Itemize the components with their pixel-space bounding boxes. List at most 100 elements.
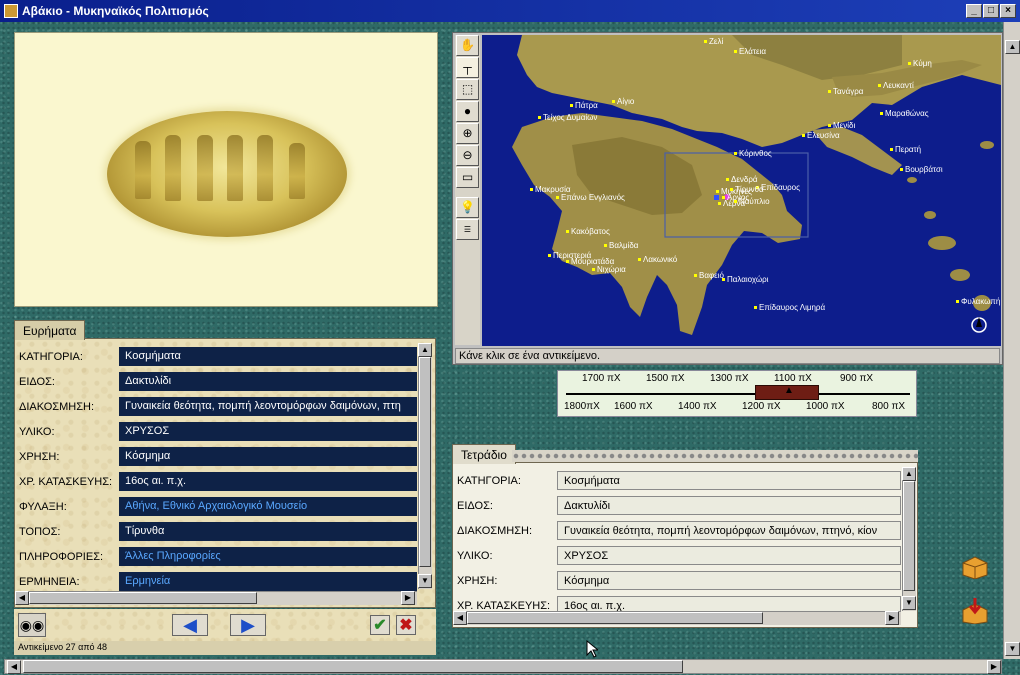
timeline-bottom-label: 1800πΧ	[564, 401, 600, 412]
map-place-label[interactable]: Κακόβατος	[566, 227, 610, 236]
finding-field-label: ΤΟΠΟΣ:	[19, 526, 61, 538]
finding-field-value: 16ος αι. π.χ.	[119, 472, 417, 491]
map-place-label[interactable]: Επίδαυρος Λιμηρά	[754, 303, 825, 312]
finding-field-link[interactable]: Αθήνα, Εθνικό Αρχαιολογικό Μουσείο	[119, 497, 417, 516]
tab-findings[interactable]: Ευρήματα	[14, 320, 86, 340]
map-place-label[interactable]: Τείχος Δυμαίων	[538, 113, 597, 122]
timeline-bottom-label: 1400 πΧ	[678, 401, 717, 412]
timeline-top-label: 1300 πΧ	[710, 373, 749, 384]
notebook-field-value[interactable]: Δακτυλίδι	[557, 496, 901, 515]
finding-field-label: ΚΑΤΗΓΟΡΙΑ:	[19, 351, 83, 363]
minimize-button[interactable]: _	[966, 4, 982, 18]
timeline-top-label: 1100 πΧ	[774, 373, 812, 384]
map-place-label[interactable]: Ναύπλιο	[734, 197, 770, 206]
map-place-label[interactable]: Κόρινθος	[734, 149, 772, 158]
finding-field-label: ΕΡΜΗΝΕΙΑ:	[19, 576, 80, 588]
open-box-icon[interactable]	[960, 553, 990, 580]
map-place-label[interactable]: Βαφειό	[694, 271, 724, 280]
finding-field-value: Γυναικεία θεότητα, πομπή λεοντομόρφων δα…	[119, 397, 417, 416]
timeline[interactable]: ▲ 1700 πΧ 1500 πΧ 1300 πΧ 1100 πΧ 900 πΧ…	[557, 370, 917, 417]
timeline-range-handle[interactable]: ▲	[755, 385, 819, 400]
record-counter: Αντικείμενο 27 από 48	[14, 641, 436, 655]
notebook-field-value[interactable]: Κόσμημα	[557, 571, 901, 590]
legend-icon[interactable]: ☰	[456, 219, 479, 240]
close-button[interactable]: ×	[1000, 4, 1016, 18]
map-status-bar: Κάνε κλικ σε ένα αντικείμενο.	[455, 348, 1000, 364]
map-place-label[interactable]: Μενίδι	[828, 121, 855, 130]
record-toolbar: ◉◉ ◀ ▶ ✔ ✖	[14, 609, 436, 641]
window-horizontal-scrollbar[interactable]: ◀ ▶	[4, 659, 1002, 674]
timeline-top-label: 900 πΧ	[840, 373, 874, 384]
zoom-in-icon[interactable]: ⊕	[456, 123, 479, 144]
app-icon	[4, 4, 18, 18]
map-place-label[interactable]: Ζελί	[704, 37, 723, 46]
notebook-field-value[interactable]: ΧΡΥΣΟΣ	[557, 546, 901, 565]
notebook-panel: ΚΑΤΗΓΟΡΙΑ: Κοσμήματα ΕΙΔΟΣ: Δακτυλίδι ΔΙΑΚΟΣ…	[452, 462, 918, 628]
tab-notebook[interactable]: Τετράδιο	[452, 444, 516, 464]
timeline-bottom-label: 1200 πΧ	[742, 401, 781, 412]
map-place-label[interactable]: Επάνω Ενγλιανός	[556, 193, 625, 202]
owl-icon[interactable]: ◉◉	[18, 613, 46, 637]
map-place-label[interactable]: Περατή	[890, 145, 921, 154]
findings-horizontal-scrollbar[interactable]: ◀ ▶	[15, 591, 417, 605]
map-place-label[interactable]: Ελάτεια	[734, 47, 766, 56]
map-place-label[interactable]: Βουρβάτσι	[900, 165, 943, 174]
finding-field-label: ΔΙΑΚΟΣΜΗΣΗ:	[19, 401, 95, 413]
finding-field-value: Τίρυνθα	[119, 522, 417, 541]
map-place-label[interactable]: Αίγιο	[612, 97, 634, 106]
map-canvas[interactable]: Ζελί Ελάτεια Κύμη Τανάγρα Λευκαντί Πάτρα Αίγιο…	[482, 35, 1001, 346]
lightbulb-icon[interactable]: 💡	[456, 197, 479, 218]
notebook-horizontal-scrollbar[interactable]: ◀ ▶	[453, 611, 901, 625]
map-place-label[interactable]: Παλαιοχώρι	[722, 275, 768, 284]
gold-ring-image	[107, 111, 347, 237]
finding-field-label: ΧΡΗΣΗ:	[19, 451, 60, 463]
notebook-field-label: ΚΑΤΗΓΟΡΙΑ:	[457, 475, 521, 487]
map-place-label[interactable]: Ελευσίνα	[802, 131, 840, 140]
finding-field-label: ΦΥΛΑΞΗ:	[19, 501, 67, 513]
finding-field-link[interactable]: Άλλες Πληροφορίες	[119, 547, 417, 566]
map-place-label[interactable]: Πάτρα	[570, 101, 598, 110]
previous-record-button[interactable]: ◀	[172, 614, 208, 636]
window-title: Αβάκιο - Μυκηναϊκός Πολιτισμός	[22, 4, 209, 18]
map-place-label[interactable]: Βαλμίδα	[604, 241, 638, 250]
cancel-button[interactable]: ✖	[396, 615, 416, 635]
notebook-field-value[interactable]: Γυναικεία θεότητα, πομπή λεοντομόρφων δα…	[557, 521, 901, 540]
finding-field-label: ΧΡ. ΚΑΤΑΣΚΕΥΗΣ:	[19, 476, 113, 488]
map-panel: ✋ ┬ ⬚ ● ⊕ ⊖ ▭ 💡 ☰ Ζελί Ελάτεια Κύμη Τανά…	[452, 32, 1003, 365]
pointer-icon[interactable]: ┬	[456, 57, 479, 78]
hand-icon[interactable]: ✋	[456, 35, 479, 56]
map-place-label[interactable]: Τίρυνθα	[730, 185, 764, 194]
artifact-image-panel	[14, 32, 438, 307]
map-place-label[interactable]: Φυλακωπή	[956, 297, 1000, 306]
map-place-label[interactable]: Λευκαντί	[878, 81, 914, 90]
window-vertical-scrollbar[interactable]: ▲ ▼	[1003, 22, 1020, 659]
map-place-label[interactable]: Λακωνικό	[638, 255, 677, 264]
mouse-cursor-icon	[586, 639, 600, 661]
finding-field-label: ΥΛΙΚΟ:	[19, 426, 55, 438]
map-place-label[interactable]: Κύμη	[908, 59, 932, 68]
notebook-field-value[interactable]: Κοσμήματα	[557, 471, 901, 490]
findings-vertical-scrollbar[interactable]: ▲ ▼	[418, 343, 432, 589]
confirm-button[interactable]: ✔	[370, 615, 390, 635]
maximize-button[interactable]: □	[983, 4, 999, 18]
zoom-out-icon[interactable]: ⊖	[456, 145, 479, 166]
notebook-vertical-scrollbar[interactable]: ▲ ▼	[902, 467, 916, 611]
point-icon[interactable]: ●	[456, 101, 479, 122]
map-place-label[interactable]: Μαραθώνας	[880, 109, 929, 118]
map-place-label[interactable]: Νιχώρια	[592, 265, 626, 274]
map-toolbar: ✋ ┬ ⬚ ● ⊕ ⊖ ▭ 💡 ☰	[455, 35, 480, 345]
next-record-button[interactable]: ▶	[230, 614, 266, 636]
notebook-field-label: ΧΡΗΣΗ:	[457, 575, 498, 587]
finding-field-link[interactable]: Ερμηνεία	[119, 572, 417, 591]
ruler-icon[interactable]: ▭	[456, 167, 479, 188]
export-box-icon[interactable]	[960, 598, 990, 625]
title-bar: Αβάκιο - Μυκηναϊκός Πολιτισμός _ □ ×	[0, 0, 1020, 22]
finding-field-value: Δακτυλίδι	[119, 372, 417, 391]
timeline-bottom-label: 1600 πΧ	[614, 401, 653, 412]
select-rect-icon[interactable]: ⬚	[456, 79, 479, 100]
notebook-field-label: ΕΙΔΟΣ:	[457, 500, 493, 512]
map-place-label[interactable]: Τανάγρα	[828, 87, 863, 96]
map-place-label[interactable]: Δενδρά	[726, 175, 758, 184]
finding-field-value: Κοσμήματα	[119, 347, 417, 366]
timeline-bottom-label: 800 πΧ	[872, 401, 906, 412]
